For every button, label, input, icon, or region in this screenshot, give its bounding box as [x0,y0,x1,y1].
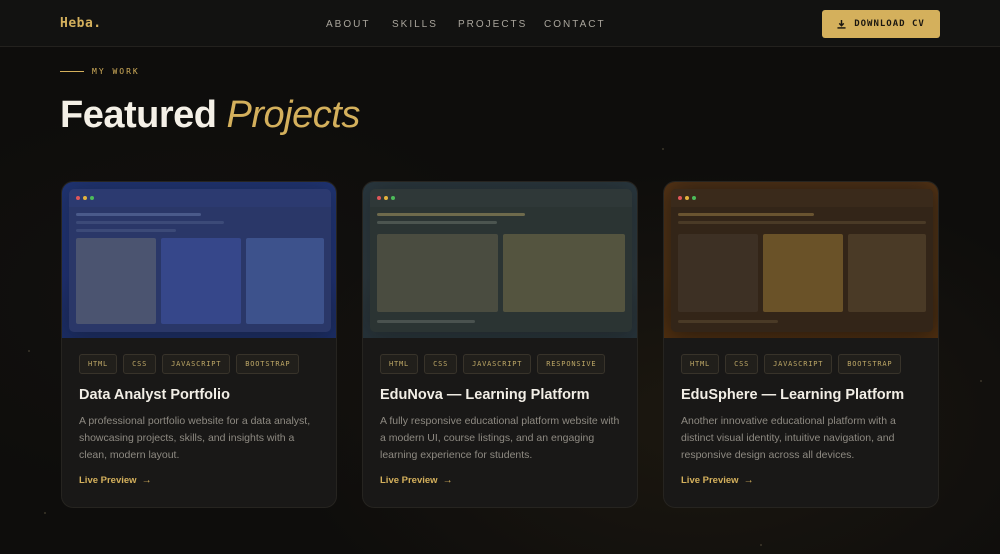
tag-list: HTML CSS JAVASCRIPT BOOTSTRAP [681,354,902,374]
tag: JAVASCRIPT [764,354,833,374]
tag: CSS [424,354,458,374]
window-minimize-dot [384,196,388,200]
mockup-block [848,234,926,312]
background-sparkle [28,350,30,352]
mockup-line [76,221,224,224]
background-sparkle [662,148,664,150]
tag: HTML [380,354,419,374]
mockup-line [678,221,926,224]
mockup-block [678,234,758,312]
live-preview-label: Live Preview [79,475,137,486]
section-title-accent: Projects [226,94,361,136]
tag: RESPONSIVE [537,354,606,374]
mockup-block [763,234,843,312]
live-preview-link[interactable]: Live Preview → [681,475,754,486]
mockup-line [76,213,201,216]
download-cv-button[interactable]: DOWNLOAD CV [822,10,940,38]
project-description: A fully responsive educational platform … [380,415,620,461]
arrow-right-icon: → [141,475,152,486]
tag: JAVASCRIPT [463,354,532,374]
background-sparkle [980,380,982,382]
tag: JAVASCRIPT [162,354,231,374]
top-navbar: Heba. ABOUT SKILLS PROJECTS CONTACT DOWN… [0,0,1000,47]
eyebrow-text: MY WORK [92,67,140,76]
tag-list: HTML CSS JAVASCRIPT RESPONSIVE [380,354,606,374]
mockup-block [246,238,324,324]
tag-list: HTML CSS JAVASCRIPT BOOTSTRAP [79,354,300,374]
mockup-line [678,320,778,323]
mockup-line [377,213,525,216]
window-minimize-dot [83,196,87,200]
mockup-block [161,238,241,324]
arrow-right-icon: → [442,475,453,486]
mockup-line [377,221,497,224]
project-title: Data Analyst Portfolio [79,387,230,403]
mockup-line [678,213,814,216]
window-minimize-dot [685,196,689,200]
download-cv-label: DOWNLOAD CV [854,19,925,29]
mockup-titlebar [370,189,632,207]
project-description: A professional portfolio website for a d… [79,415,311,461]
background-sparkle [44,512,46,514]
section-title-main: Featured [60,94,217,136]
nav-link-projects[interactable]: PROJECTS [458,19,525,30]
mockup-block [76,238,156,324]
window-close-dot [76,196,80,200]
eyebrow-line [60,71,84,72]
background-sparkle [760,544,762,546]
project-card: HTML CSS JAVASCRIPT BOOTSTRAP Data Analy… [61,181,337,508]
project-title: EduNova — Learning Platform [380,387,590,403]
tag: BOOTSTRAP [838,354,902,374]
window-maximize-dot [391,196,395,200]
arrow-right-icon: → [743,475,754,486]
mockup-block [503,234,625,312]
live-preview-label: Live Preview [681,475,739,486]
live-preview-label: Live Preview [380,475,438,486]
browser-mockup [671,189,933,332]
window-maximize-dot [692,196,696,200]
tag: CSS [123,354,157,374]
live-preview-link[interactable]: Live Preview → [380,475,453,486]
tag: CSS [725,354,759,374]
mockup-block [377,234,498,312]
window-close-dot [377,196,381,200]
nav-links: ABOUT SKILLS PROJECTS CONTACT [326,19,632,30]
browser-mockup [69,189,331,332]
project-preview-image [363,182,637,338]
window-close-dot [678,196,682,200]
section-title: Featured Projects [60,94,360,137]
project-card: HTML CSS JAVASCRIPT RESPONSIVE EduNova —… [362,181,638,508]
browser-mockup [370,189,632,332]
site-logo[interactable]: Heba. [60,16,102,31]
section-eyebrow: MY WORK [60,67,140,76]
tag: BOOTSTRAP [236,354,300,374]
window-maximize-dot [90,196,94,200]
nav-link-skills[interactable]: SKILLS [392,19,436,30]
project-title: EduSphere — Learning Platform [681,387,905,403]
nav-link-contact[interactable]: CONTACT [544,19,606,30]
project-preview-image [62,182,336,338]
project-description: Another innovative educational platform … [681,415,896,461]
mockup-line [377,320,475,323]
project-preview-image [664,182,938,338]
mockup-line [76,229,176,232]
tag: HTML [79,354,118,374]
mockup-titlebar [671,189,933,207]
live-preview-link[interactable]: Live Preview → [79,475,152,486]
nav-link-about[interactable]: ABOUT [326,19,368,30]
download-icon [837,19,846,29]
project-card: HTML CSS JAVASCRIPT BOOTSTRAP EduSphere … [663,181,939,508]
tag: HTML [681,354,720,374]
mockup-titlebar [69,189,331,207]
